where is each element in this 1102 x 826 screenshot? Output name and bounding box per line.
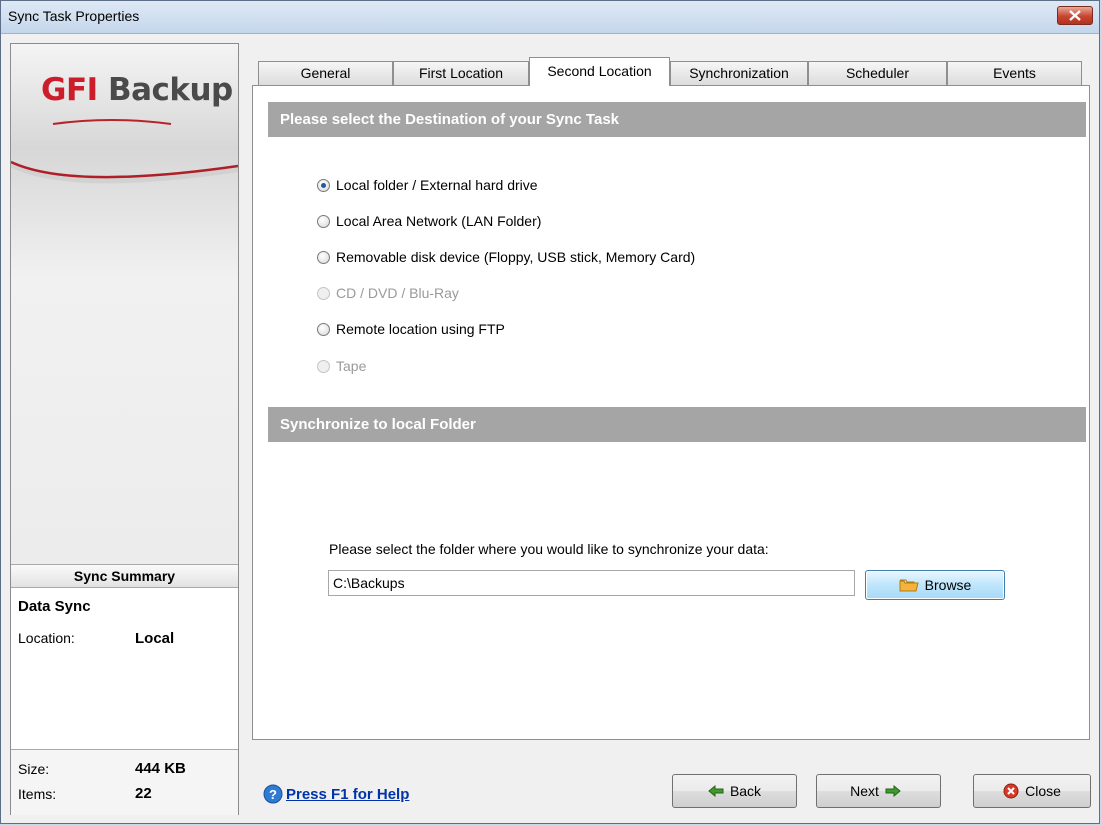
help-link-text[interactable]: Press F1 for Help [286,786,409,803]
radio-button [317,359,330,373]
close-circle-icon [1003,783,1019,799]
folder-path-input[interactable] [328,570,855,596]
option-ftp[interactable]: Remote location using FTP [317,319,505,339]
tab-second-location[interactable]: Second Location [529,57,670,86]
close-label: Close [1025,783,1061,799]
close-button[interactable]: Close [973,774,1091,808]
destination-header: Please select the Destination of your Sy… [268,102,1086,137]
logo-area: GFI Backup [11,44,238,564]
tab-scheduler[interactable]: Scheduler [808,61,947,85]
option-label: Tape [336,358,367,374]
svg-text:?: ? [269,787,277,802]
browse-label: Browse [924,577,972,593]
option-local-folder[interactable]: Local folder / External hard drive [317,175,538,195]
items-label: Items: [18,786,57,802]
next-label: Next [850,783,879,799]
option-label: Local folder / External hard drive [336,177,538,193]
tab-general[interactable]: General [258,61,393,85]
location-value: Local [135,630,175,647]
option-label: CD / DVD / Blu-Ray [336,285,459,301]
back-label: Back [729,783,762,799]
option-label: Removable disk device (Floppy, USB stick… [336,249,696,265]
logo-swoosh-graphic [11,119,238,184]
gfi-backup-logo: GFI Backup [41,72,233,108]
radio-button[interactable] [317,250,330,264]
back-button[interactable]: Back [672,774,797,808]
summary-footer: Size: 444 KB Items: 22 [11,749,238,815]
option-lan-folder[interactable]: Local Area Network (LAN Folder) [317,211,541,231]
option-cd-dvd: CD / DVD / Blu-Ray [317,283,459,303]
items-value: 22 [135,785,152,802]
arrow-right-icon [885,785,901,797]
local-folder-header: Synchronize to local Folder [268,407,1086,442]
radio-button [317,286,330,300]
title-bar: Sync Task Properties [1,1,1099,34]
help-link[interactable]: ? Press F1 for Help [263,784,409,804]
option-label: Local Area Network (LAN Folder) [336,213,542,229]
close-x-icon [1069,10,1081,21]
radio-button[interactable] [317,214,330,228]
tab-first-location[interactable]: First Location [393,61,529,85]
option-label: Remote location using FTP [336,321,505,337]
second-location-panel: Please select the Destination of your Sy… [252,85,1090,740]
summary-panel: GFI Backup Sync Summary Data Sync Locati… [10,43,239,815]
next-button[interactable]: Next [816,774,941,808]
radio-button[interactable] [317,322,330,336]
tab-synchronization[interactable]: Synchronization [670,61,808,85]
arrow-left-icon [708,785,724,797]
option-removable-disk[interactable]: Removable disk device (Floppy, USB stick… [317,247,695,267]
size-label: Size: [18,761,50,777]
folder-icon [899,579,919,592]
location-label: Location: [18,630,75,646]
tab-events[interactable]: Events [947,61,1082,85]
folder-prompt: Please select the folder where you would… [329,541,769,557]
sync-summary-body: Data Sync Location: Local [11,588,238,749]
option-tape: Tape [317,356,366,376]
browse-button[interactable]: Browse [865,570,1005,600]
task-name: Data Sync [18,598,91,615]
size-value: 444 KB [135,760,186,777]
help-icon: ? [263,784,283,804]
radio-button[interactable] [317,178,330,192]
window-title: Sync Task Properties [8,8,140,24]
sync-task-properties-window: Sync Task Properties GFI Backup Sync Sum… [0,0,1100,824]
window-close-button[interactable] [1057,6,1093,25]
sync-summary-header: Sync Summary [11,564,238,588]
